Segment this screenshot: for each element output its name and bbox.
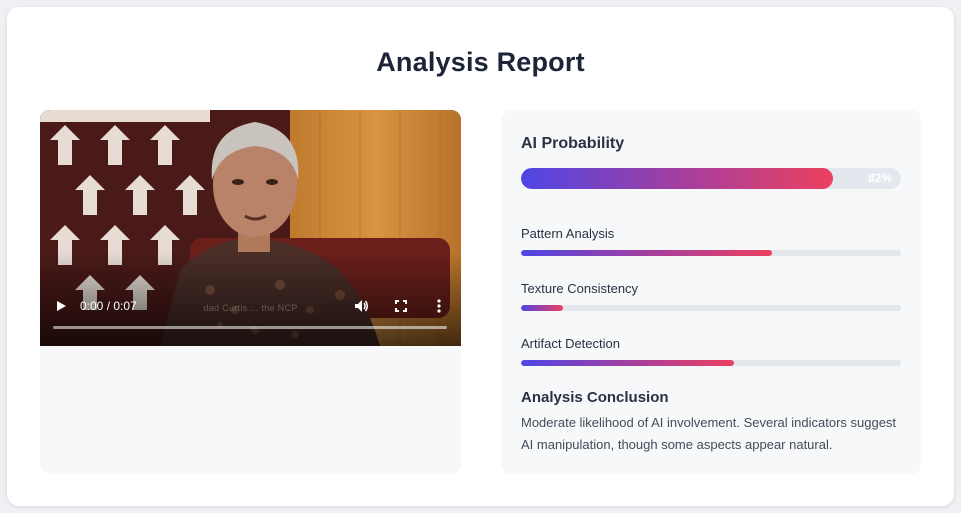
ai-probability-bar: 82%	[521, 168, 901, 189]
volume-icon[interactable]	[353, 298, 369, 314]
metric-fill-artifact	[521, 360, 734, 366]
play-icon[interactable]	[54, 299, 68, 313]
analysis-panel: AI Probability 82% Pattern Analysis Text…	[501, 110, 921, 474]
report-card: Analysis Report dad Curtis ... the NCP 0…	[7, 7, 954, 506]
conclusion-text: Moderate likelihood of AI involvement. S…	[521, 415, 897, 452]
metric-bar-artifact	[521, 360, 901, 366]
more-vertical-icon[interactable]	[436, 299, 442, 313]
video-time-display: 0:00 / 0:07	[80, 299, 137, 313]
metric-label-artifact: Artifact Detection	[521, 336, 620, 351]
video-progress-bar[interactable]	[53, 326, 447, 329]
metric-bar-pattern	[521, 250, 901, 256]
page-title: Analysis Report	[376, 47, 585, 77]
ai-probability-fill	[521, 168, 833, 189]
metric-bar-texture	[521, 305, 901, 311]
metric-fill-texture	[521, 305, 563, 311]
video-player[interactable]: dad Curtis ... the NCP 0:00 / 0:07	[40, 110, 461, 346]
metric-fill-pattern	[521, 250, 772, 256]
metric-label-texture: Texture Consistency	[521, 281, 639, 296]
metric-label-pattern: Pattern Analysis	[521, 226, 615, 241]
ai-probability-label: AI Probability	[521, 135, 625, 152]
conclusion-title: Analysis Conclusion	[521, 389, 669, 406]
ai-probability-value: 82%	[867, 171, 892, 185]
video-panel: dad Curtis ... the NCP 0:00 / 0:07	[40, 110, 461, 474]
fullscreen-icon[interactable]	[394, 299, 408, 313]
